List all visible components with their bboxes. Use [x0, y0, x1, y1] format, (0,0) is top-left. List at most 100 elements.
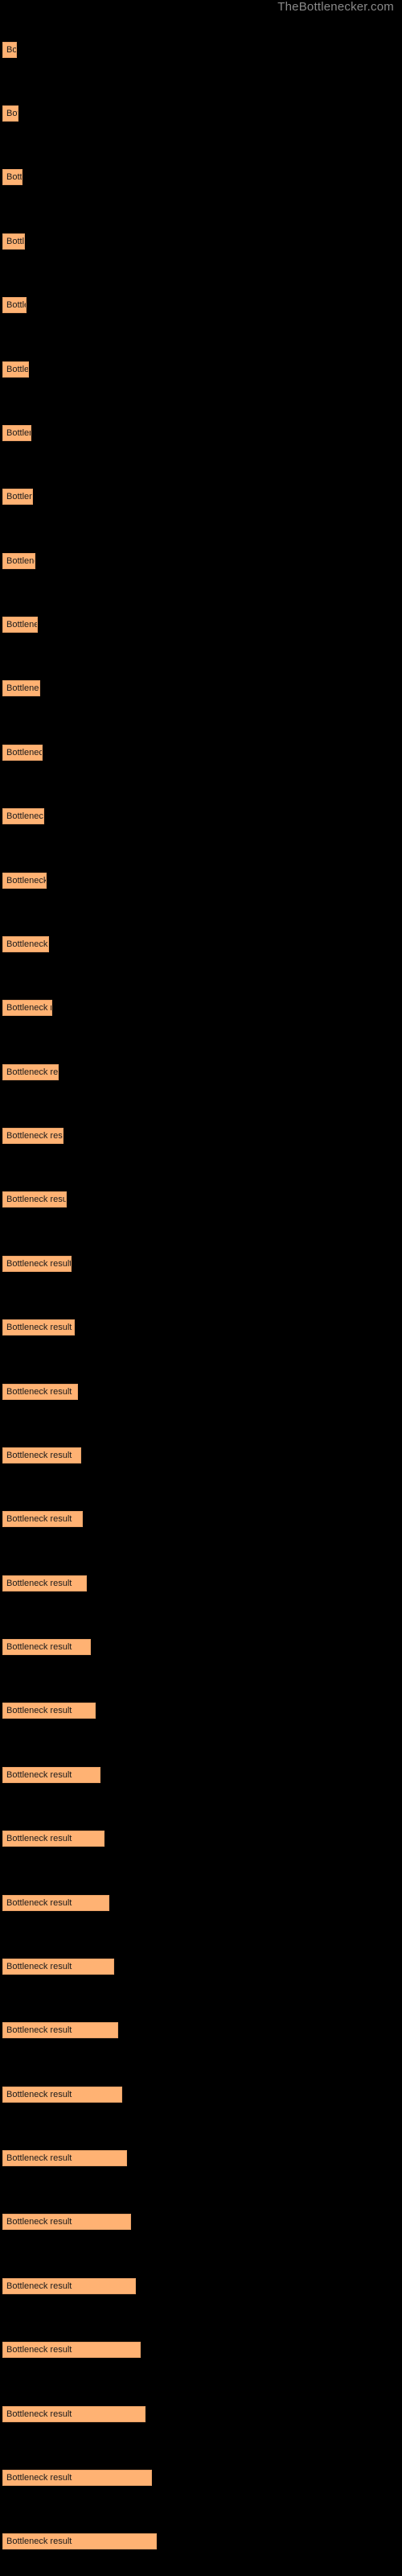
bar-b13: Bottleneck result	[2, 808, 44, 825]
bar-b34: Bottleneck result	[2, 2150, 127, 2167]
bar-b7: Bottleneck result	[2, 424, 31, 441]
bar-b15: Bottleneck result	[2, 935, 49, 952]
bar-row: Bottleneck result	[0, 2150, 402, 2167]
bar-label: Bottleneck result	[6, 1258, 72, 1269]
bar-label: Bottleneck result	[6, 1642, 72, 1653]
bar-row: Bottleneck result	[0, 424, 402, 441]
bar-label: Bottleneck result	[6, 1834, 72, 1844]
bar-row: Bottleneck result	[0, 1447, 402, 1463]
bar-b11: Bottleneck result	[2, 680, 40, 697]
bar-row: Bottleneck result	[0, 2469, 402, 2486]
bar-label: Bottleneck result	[6, 44, 17, 55]
bar-label: Bottleneck result	[6, 1195, 67, 1205]
bar-b29: Bottleneck result	[2, 1831, 105, 1847]
bar-label: Bottleneck result	[6, 364, 29, 374]
bar-row: Bottleneck result	[0, 808, 402, 825]
bar-label: Bottleneck result	[6, 555, 35, 566]
bar-label: Bottleneck result	[6, 1578, 72, 1588]
bar-label: Bottleneck result	[6, 1003, 51, 1013]
bar-b16: Bottleneck result	[2, 1000, 52, 1017]
bar-b9: Bottleneck result	[2, 552, 35, 569]
bar-label: Bottleneck result	[6, 2025, 72, 2036]
bar-b32: Bottleneck result	[2, 2022, 118, 2039]
bar-label: Bottleneck result	[6, 2153, 72, 2164]
bar-label: Bottleneck result	[6, 109, 18, 119]
bar-row: Bottleneck result	[0, 1383, 402, 1400]
bar-row: Bottleneck result	[0, 1958, 402, 1975]
bar-row: Bottleneck result	[0, 680, 402, 697]
bar-label: Bottleneck result	[6, 2089, 72, 2099]
bar-label: Bottleneck result	[6, 1131, 63, 1141]
bar-row: Bottleneck result	[0, 2086, 402, 2103]
bar-b27: Bottleneck result	[2, 1703, 96, 1719]
bar-label: Bottleneck result	[6, 620, 37, 630]
bar-label: Bottleneck result	[6, 1897, 72, 1908]
bar-row: Bottleneck result	[0, 105, 402, 122]
bar-row: Bottleneck result	[0, 1255, 402, 1272]
bar-row: Bottleneck result	[0, 2022, 402, 2039]
bar-b20: Bottleneck result	[2, 1255, 72, 1272]
bar-b10: Bottleneck result	[2, 617, 38, 634]
bar-label: Bottleneck result	[6, 2409, 72, 2419]
bar-b19: Bottleneck result	[2, 1191, 67, 1208]
bar-label: Bottleneck result	[6, 1769, 72, 1780]
bar-b14: Bottleneck result	[2, 872, 47, 889]
bar-b36: Bottleneck result	[2, 2277, 136, 2294]
bar-b25: Bottleneck result	[2, 1575, 87, 1591]
bar-row: Bottleneck result	[0, 2214, 402, 2231]
bar-label: Bottleneck result	[6, 2472, 72, 2483]
bar-row: Bottleneck result	[0, 1703, 402, 1719]
bar-b33: Bottleneck result	[2, 2086, 122, 2103]
bar-b30: Bottleneck result	[2, 1894, 109, 1911]
bar-row: Bottleneck result	[0, 233, 402, 250]
bar-label: Bottleneck result	[6, 2537, 72, 2547]
bar-row: Bottleneck result	[0, 552, 402, 569]
bar-b3: Bottleneck result	[2, 169, 23, 186]
bar-row: Bottleneck result	[0, 1319, 402, 1336]
bar-b31: Bottleneck result	[2, 1958, 114, 1975]
bar-row: Bottleneck result	[0, 1575, 402, 1591]
bar-b4: Bottleneck result	[2, 233, 25, 250]
bar-row: Bottleneck result	[0, 1063, 402, 1080]
bar-row: Bottleneck result	[0, 1000, 402, 1017]
bar-row: Bottleneck result	[0, 2342, 402, 2359]
bar-b5: Bottleneck result	[2, 297, 27, 314]
bar-label: Bottleneck result	[6, 492, 32, 502]
bar-row: Bottleneck result	[0, 1128, 402, 1145]
bar-row: Bottleneck result	[0, 297, 402, 314]
bar-row: Bottleneck result	[0, 2405, 402, 2422]
bar-b22: Bottleneck result	[2, 1383, 78, 1400]
bar-row: Bottleneck result	[0, 1766, 402, 1783]
bar-row: Bottleneck result	[0, 617, 402, 634]
bar-label: Bottleneck result	[6, 939, 48, 949]
bar-row: Bottleneck result	[0, 872, 402, 889]
bar-b12: Bottleneck result	[2, 744, 43, 761]
bar-row: Bottleneck result	[0, 169, 402, 186]
bar-label: Bottleneck result	[6, 1067, 59, 1077]
bar-label: Bottleneck result	[6, 1450, 72, 1460]
bar-b23: Bottleneck result	[2, 1447, 81, 1463]
bar-row: Bottleneck result	[0, 1511, 402, 1528]
bar-b40: Bottleneck result	[2, 2533, 157, 2550]
bar-row: Bottleneck result	[0, 361, 402, 378]
site-watermark: TheBottlenecker.com	[277, 0, 394, 14]
bar-b35: Bottleneck result	[2, 2214, 131, 2231]
bar-b17: Bottleneck result	[2, 1063, 59, 1080]
bar-b1: Bottleneck result	[2, 41, 17, 58]
bar-row: Bottleneck result	[0, 935, 402, 952]
bar-row: Bottleneck result	[0, 1831, 402, 1847]
bar-row: Bottleneck result	[0, 744, 402, 761]
bar-label: Bottleneck result	[6, 875, 47, 886]
bar-label: Bottleneck result	[6, 2345, 72, 2355]
bar-label: Bottleneck result	[6, 236, 25, 246]
bar-label: Bottleneck result	[6, 1706, 72, 1716]
bar-b37: Bottleneck result	[2, 2342, 141, 2359]
bar-b18: Bottleneck result	[2, 1128, 64, 1145]
bar-row: Bottleneck result	[0, 1191, 402, 1208]
bar-label: Bottleneck result	[6, 2217, 72, 2227]
bar-label: Bottleneck result	[6, 811, 44, 822]
bar-row: Bottleneck result	[0, 1639, 402, 1656]
bar-b28: Bottleneck result	[2, 1766, 100, 1783]
bar-row: Bottleneck result	[0, 2533, 402, 2550]
bar-b39: Bottleneck result	[2, 2469, 152, 2486]
